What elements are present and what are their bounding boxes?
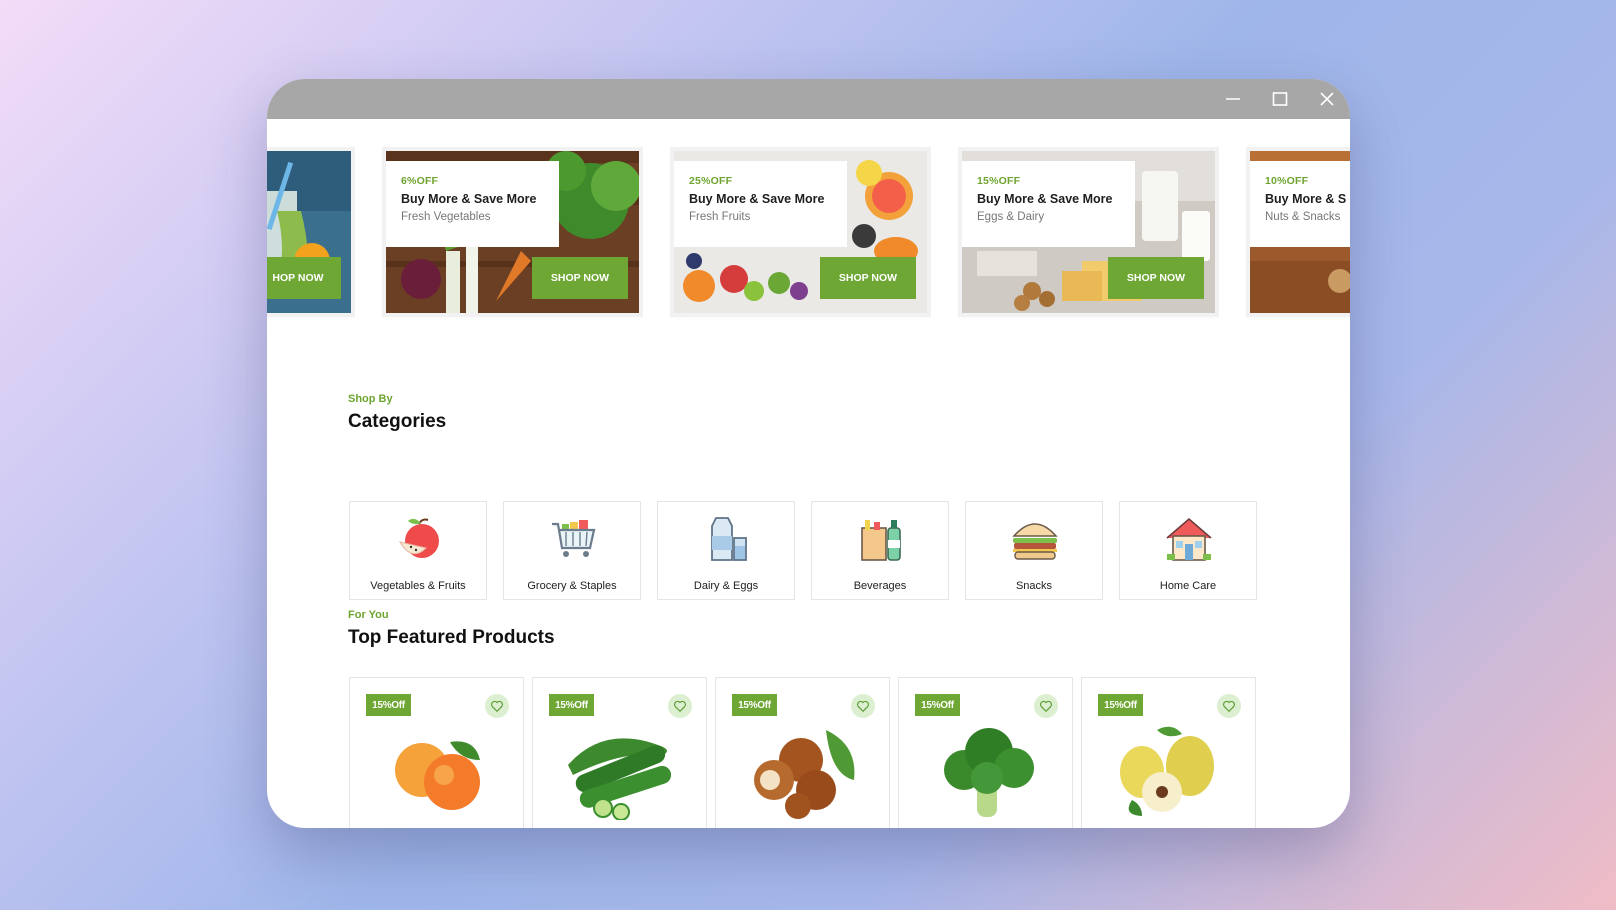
category-label: Vegetables & Fruits <box>370 580 466 592</box>
promo-banner-vegetables: 6%OFF Buy More & Save More Fresh Vegetab… <box>386 151 639 313</box>
banner-subtitle: Fresh Vegetables <box>401 211 491 223</box>
heart-icon[interactable] <box>1034 694 1058 718</box>
burger-icon <box>1012 523 1058 560</box>
promo-banner-fruits: 25%OFF Buy More & Save More Fresh Fruits… <box>674 151 927 313</box>
category-home-care[interactable]: Home Care <box>1119 501 1257 600</box>
discount-badge: 15%Off <box>549 694 594 716</box>
banner-subtitle: Eggs & Dairy <box>977 211 1045 223</box>
product-card[interactable]: 15%Off <box>715 677 890 828</box>
banner-card: 6%OFF Buy More & Save More Fresh Vegetab… <box>386 161 559 247</box>
category-snacks[interactable]: Snacks <box>965 501 1103 600</box>
banner-title: Buy More & Save More <box>689 192 825 206</box>
heart-icon[interactable] <box>668 694 692 718</box>
product-card[interactable]: 15%Off <box>349 677 524 828</box>
apricot-image <box>395 741 480 810</box>
discount-label: 10%OFF <box>1265 175 1309 187</box>
heart-icon[interactable] <box>851 694 875 718</box>
shop-now-button[interactable]: SHOP NOW <box>1108 257 1204 299</box>
close-icon[interactable] <box>1304 79 1350 119</box>
discount-badge: 15%Off <box>732 694 777 716</box>
discount-label: 6%OFF <box>401 175 439 187</box>
product-card[interactable]: 15%Off <box>898 677 1073 828</box>
banner-card: 25%OFF Buy More & Save More Fresh Fruits <box>674 161 847 247</box>
discount-badge: 15%Off <box>1098 694 1143 716</box>
category-label: Beverages <box>853 580 907 592</box>
category-label: Home Care <box>1159 580 1217 592</box>
section-title: Categories <box>348 411 447 432</box>
quince-image <box>1120 726 1214 816</box>
maximize-icon[interactable] <box>1257 79 1303 119</box>
category-vegetables-fruits[interactable]: Vegetables & Fruits <box>349 501 487 600</box>
banner-card: 15%OFF Buy More & Save More Eggs & Dairy <box>962 161 1135 247</box>
product-card[interactable]: 15%Off <box>1081 677 1256 828</box>
promo-banner-dairy: 15%OFF Buy More & Save More Eggs & Dairy… <box>962 151 1215 313</box>
apple-icon <box>398 518 439 558</box>
promo-banner-nuts: 10%OFF Buy More & S Nuts & Snacks <box>1250 151 1350 313</box>
banner-title: Buy More & Save More <box>401 192 537 206</box>
discount-badge: 15%Off <box>366 694 411 716</box>
discount-badge: 15%Off <box>915 694 960 716</box>
section-kicker: Shop By <box>348 393 393 405</box>
category-dairy-eggs[interactable]: Dairy & Eggs <box>657 501 795 600</box>
hazelnut-image <box>754 730 855 819</box>
shop-now-button[interactable]: HOP NOW <box>267 257 341 299</box>
cucumber-image <box>568 738 672 820</box>
discount-label: 15%OFF <box>977 175 1021 187</box>
banner-subtitle: Fresh Fruits <box>689 211 751 223</box>
page-content: HOP NOW 6%OFF Buy More & Save More Fresh… <box>267 119 1350 828</box>
category-label: Dairy & Eggs <box>693 580 759 592</box>
banner-title: Buy More & S <box>1265 192 1347 206</box>
category-grocery-staples[interactable]: Grocery & Staples <box>503 501 641 600</box>
shop-now-button[interactable]: SHOP NOW <box>820 257 916 299</box>
promo-banner-juice: HOP NOW <box>267 151 351 313</box>
category-beverages[interactable]: Beverages <box>811 501 949 600</box>
banner-title: Buy More & Save More <box>977 192 1113 206</box>
heart-icon[interactable] <box>485 694 509 718</box>
title-bar <box>267 79 1350 119</box>
category-label: Snacks <box>1015 580 1053 592</box>
banner-subtitle: Nuts & Snacks <box>1265 211 1341 223</box>
milk-icon <box>711 517 747 561</box>
minimize-icon[interactable] <box>1210 79 1256 119</box>
broccoli-image <box>944 728 1034 817</box>
section-kicker: For You <box>348 609 389 621</box>
product-card[interactable]: 15%Off <box>532 677 707 828</box>
category-label: Grocery & Staples <box>527 580 617 592</box>
shop-now-button[interactable]: SHOP NOW <box>532 257 628 299</box>
heart-icon[interactable] <box>1217 694 1241 718</box>
banner-card: 10%OFF Buy More & S Nuts & Snacks <box>1250 161 1350 247</box>
section-title: Top Featured Products <box>348 627 555 648</box>
browser-window: HOP NOW 6%OFF Buy More & Save More Fresh… <box>267 79 1350 828</box>
discount-label: 25%OFF <box>689 175 733 187</box>
house-icon <box>1166 517 1212 561</box>
shopping-cart-icon <box>552 520 596 557</box>
beverage-bag-icon <box>861 520 901 561</box>
